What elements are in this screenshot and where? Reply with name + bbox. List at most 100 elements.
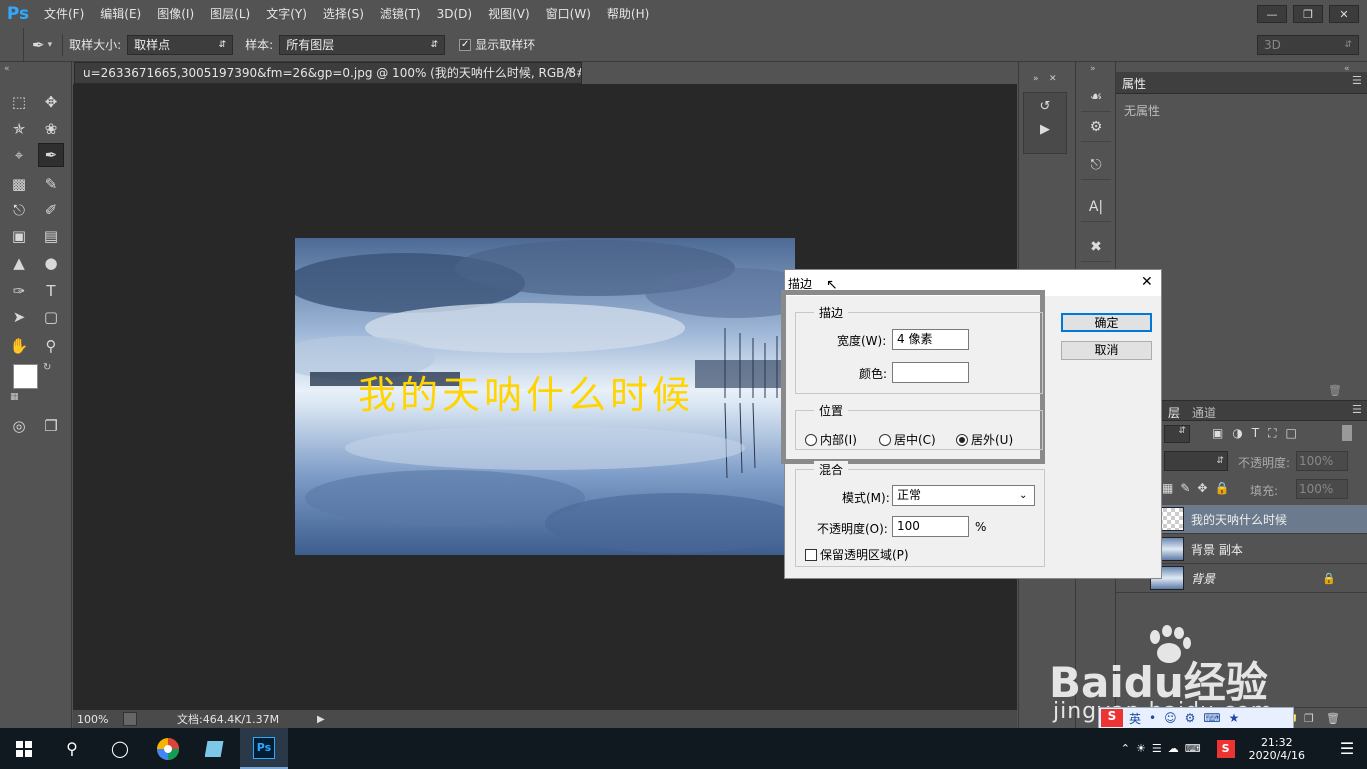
preserve-transparency-checkbox[interactable]: 保留透明区域(P): [805, 546, 909, 563]
layers-tab[interactable]: 层: [1168, 404, 1180, 421]
notebook-app-icon[interactable]: [192, 728, 240, 769]
menu-item-5[interactable]: 选择(S): [315, 0, 372, 28]
lock-icons[interactable]: ▦✎✥🔒: [1162, 481, 1236, 495]
search-icon[interactable]: ⚲: [48, 728, 96, 769]
history-brush-icon[interactable]: ✐: [38, 198, 64, 222]
notification-icon[interactable]: ☰: [1327, 728, 1367, 769]
type-icon[interactable]: T: [38, 279, 64, 303]
lasso-icon[interactable]: ✯: [6, 117, 32, 141]
layers-menu-icon[interactable]: ☰: [1352, 403, 1362, 416]
menu-item-8[interactable]: 视图(V): [480, 0, 538, 28]
filter-toggle[interactable]: [1342, 425, 1352, 441]
brush-icon[interactable]: ✎: [38, 172, 64, 196]
status-menu-arrow-icon[interactable]: ▶: [317, 714, 325, 725]
character-icon[interactable]: A|: [1081, 192, 1111, 222]
radio-inside[interactable]: 内部(I): [805, 431, 857, 448]
quick-select-icon[interactable]: ❀: [38, 117, 64, 141]
tools-icon[interactable]: ✖: [1081, 232, 1111, 262]
opacity-input[interactable]: 100%: [1296, 451, 1348, 471]
show-ring-checkbox[interactable]: ✓ 显示取样环: [459, 36, 535, 53]
width-input[interactable]: 4 像素: [892, 329, 969, 350]
menu-item-9[interactable]: 窗口(W): [538, 0, 599, 28]
eraser-icon[interactable]: ▣: [6, 224, 32, 248]
eyedropper-icon[interactable]: ✒: [32, 36, 45, 54]
ok-button[interactable]: 确定: [1061, 313, 1152, 332]
menu-item-0[interactable]: 文件(F): [36, 0, 92, 28]
gradient-icon[interactable]: ▤: [38, 224, 64, 248]
dodge-icon[interactable]: ●: [38, 251, 64, 275]
screen-mode-icon[interactable]: ❐: [38, 414, 64, 438]
zoom-level[interactable]: 100%: [77, 713, 123, 726]
dialog-title-bar[interactable]: 描边 ✕: [785, 270, 1161, 296]
expand-icon[interactable]: »: [1033, 74, 1039, 84]
color-swatch[interactable]: [892, 362, 969, 383]
panel-menu-icon[interactable]: ☰: [1352, 74, 1362, 87]
mode-select[interactable]: 正常 ⌄: [892, 485, 1035, 506]
windows-start-icon[interactable]: [0, 728, 48, 769]
channels-tab[interactable]: 通道: [1192, 404, 1216, 421]
foreground-color-swatch[interactable]: [13, 364, 38, 389]
marquee-icon[interactable]: ⬚: [6, 90, 32, 114]
menu-item-6[interactable]: 滤镜(T): [372, 0, 429, 28]
strip-collapse-icon[interactable]: »: [1090, 64, 1096, 74]
zoom-icon[interactable]: ⚲: [38, 334, 64, 358]
blur-icon[interactable]: ▲: [6, 251, 32, 275]
clone-source-icon[interactable]: ⎋: [1081, 150, 1111, 180]
menu-item-1[interactable]: 编辑(E): [92, 0, 149, 28]
menu-item-10[interactable]: 帮助(H): [599, 0, 657, 28]
healing-brush-icon[interactable]: ▩: [6, 172, 32, 196]
pen-icon[interactable]: ✑: [6, 279, 32, 303]
collapse-icon[interactable]: «: [4, 64, 10, 74]
adjustments-icon[interactable]: ⚙: [1081, 112, 1111, 142]
ime-toolbar[interactable]: S 英 •☺⚙⌨★: [1098, 707, 1294, 729]
shape-icon[interactable]: ▢: [38, 305, 64, 329]
panel-close-icon[interactable]: ✕: [1049, 74, 1057, 84]
menu-item-2[interactable]: 图像(I): [149, 0, 202, 28]
path-select-icon[interactable]: ➤: [6, 305, 32, 329]
hand-icon[interactable]: ✋: [6, 334, 32, 358]
document-tab[interactable]: u=2633671665,3005197390&fm=26&gp=0.jpg @…: [74, 62, 582, 84]
menu-item-7[interactable]: 3D(D): [429, 0, 480, 28]
quick-mask-icon[interactable]: ◎: [6, 414, 32, 438]
sample-size-select[interactable]: 取样点 ⇵: [127, 34, 234, 55]
document-image[interactable]: 我的天呐什么时候: [295, 238, 795, 555]
history-icon[interactable]: ↺: [1024, 99, 1066, 114]
workspace-select[interactable]: 3D ⇵: [1257, 34, 1359, 55]
system-tray-icons[interactable]: ⌃☀☰☁⌨: [1121, 742, 1207, 755]
default-colors-icon[interactable]: ▦: [10, 392, 19, 402]
filter-kind-select[interactable]: ⇵: [1164, 425, 1190, 443]
crop-icon[interactable]: ⌖: [6, 143, 32, 167]
fill-input[interactable]: 100%: [1296, 479, 1348, 499]
sogou-tray-icon[interactable]: S: [1216, 739, 1235, 758]
menu-item-4[interactable]: 文字(Y): [258, 0, 315, 28]
dialog-close-icon[interactable]: ✕: [1141, 274, 1153, 290]
swap-colors-icon[interactable]: ↻: [43, 362, 51, 373]
clock[interactable]: 21:32 2020/4/16: [1249, 736, 1305, 762]
move-icon[interactable]: ✥: [38, 90, 64, 114]
sample-select[interactable]: 所有图层 ⇵: [279, 34, 446, 55]
radio-center[interactable]: 居中(C): [879, 431, 936, 448]
menu-item-3[interactable]: 图层(L): [202, 0, 258, 28]
close-icon[interactable]: ✕: [1329, 5, 1359, 23]
layer-filter-icons[interactable]: ▣◑T⛶□: [1212, 426, 1306, 441]
clone-stamp-icon[interactable]: ⎋: [6, 198, 32, 222]
task-view-icon[interactable]: ◯: [96, 728, 144, 769]
tool-preset-chevron-icon[interactable]: ▾: [48, 40, 53, 50]
ime-tool-icons[interactable]: •☺⚙⌨★: [1149, 711, 1247, 725]
trash-icon[interactable]: 🗑: [1328, 384, 1342, 397]
eyedropper-tool-icon[interactable]: ✒: [38, 143, 64, 167]
actions-play-icon[interactable]: ▶: [1024, 122, 1066, 137]
colorful-app-icon[interactable]: [144, 728, 192, 769]
ime-language[interactable]: 英: [1129, 710, 1141, 727]
opacity-dialog-input[interactable]: 100: [892, 516, 969, 537]
cancel-button[interactable]: 取消: [1061, 341, 1152, 360]
tool-presets-icon[interactable]: ☙: [1081, 82, 1111, 112]
minimize-icon[interactable]: —: [1257, 5, 1287, 23]
restore-icon[interactable]: ❐: [1293, 5, 1323, 23]
radio-outside[interactable]: 居外(U): [956, 431, 1013, 448]
tab-close-icon[interactable]: ✕: [566, 64, 575, 77]
photoshop-taskbar-icon[interactable]: Ps: [240, 728, 288, 769]
properties-tab[interactable]: 属性: [1122, 75, 1146, 92]
blend-mode-select[interactable]: ⇵: [1164, 451, 1228, 471]
status-icon[interactable]: [123, 712, 137, 726]
